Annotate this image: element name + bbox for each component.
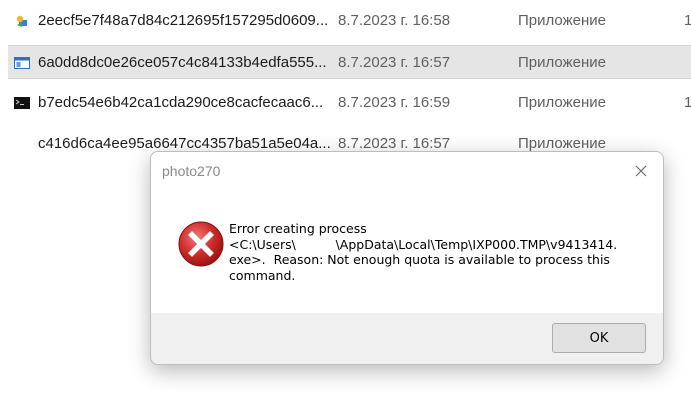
file-date: 8.7.2023 г. 16:58 bbox=[338, 12, 451, 29]
file-name: b7edc54e6b42ca1cda290ce8cacfecaac6... bbox=[38, 94, 324, 111]
file-type: Приложение bbox=[518, 54, 606, 71]
file-type: Приложение bbox=[518, 135, 606, 152]
dialog-titlebar[interactable]: photo270 bbox=[151, 152, 663, 191]
file-row-2[interactable]: 6a0dd8dc0e26ce057c4c84133b4edfa555... 8.… bbox=[8, 45, 691, 79]
dialog-title: photo270 bbox=[162, 163, 221, 179]
message-line: Error creating process bbox=[229, 221, 367, 236]
installer-icon bbox=[14, 13, 30, 29]
dialog-footer: OK bbox=[151, 313, 663, 364]
file-type: Приложение bbox=[518, 12, 606, 29]
app-window-icon bbox=[14, 55, 30, 71]
message-line: exe>. Reason: Not enough quota is availa… bbox=[229, 252, 610, 267]
error-dialog: photo270 Error creating process <C:\User… bbox=[150, 151, 664, 365]
file-date: 8.7.2023 г. 16:57 bbox=[338, 54, 451, 71]
file-date: 8.7.2023 г. 16:57 bbox=[338, 135, 451, 152]
close-icon[interactable] bbox=[633, 163, 649, 179]
file-size: 1 bbox=[684, 12, 691, 29]
file-size: 1 bbox=[684, 94, 691, 111]
ok-button[interactable]: OK bbox=[552, 323, 646, 353]
error-message: Error creating process <C:\Users\ \AppDa… bbox=[229, 221, 644, 283]
file-name: 6a0dd8dc0e26ce057c4c84133b4edfa555... bbox=[38, 54, 327, 71]
file-name: c416d6ca4ee95a6647cc4357ba51a5e04a... bbox=[38, 135, 331, 152]
console-icon bbox=[14, 95, 30, 111]
file-row-3[interactable]: b7edc54e6b42ca1cda290ce8cacfecaac6... 8.… bbox=[8, 86, 691, 120]
file-type: Приложение bbox=[518, 94, 606, 111]
file-row-1[interactable]: 2eecf5e7f48a7d84c212695f157295d0609... 8… bbox=[8, 4, 691, 38]
file-name: 2eecf5e7f48a7d84c212695f157295d0609... bbox=[38, 12, 329, 29]
dialog-content: Error creating process <C:\Users\ \AppDa… bbox=[151, 191, 663, 313]
message-line: <C:\Users\ \AppData\Local\Temp\IXP000.TM… bbox=[229, 236, 618, 252]
file-date: 8.7.2023 г. 16:59 bbox=[338, 94, 451, 111]
message-line: command. bbox=[229, 267, 296, 283]
error-icon bbox=[177, 220, 225, 268]
